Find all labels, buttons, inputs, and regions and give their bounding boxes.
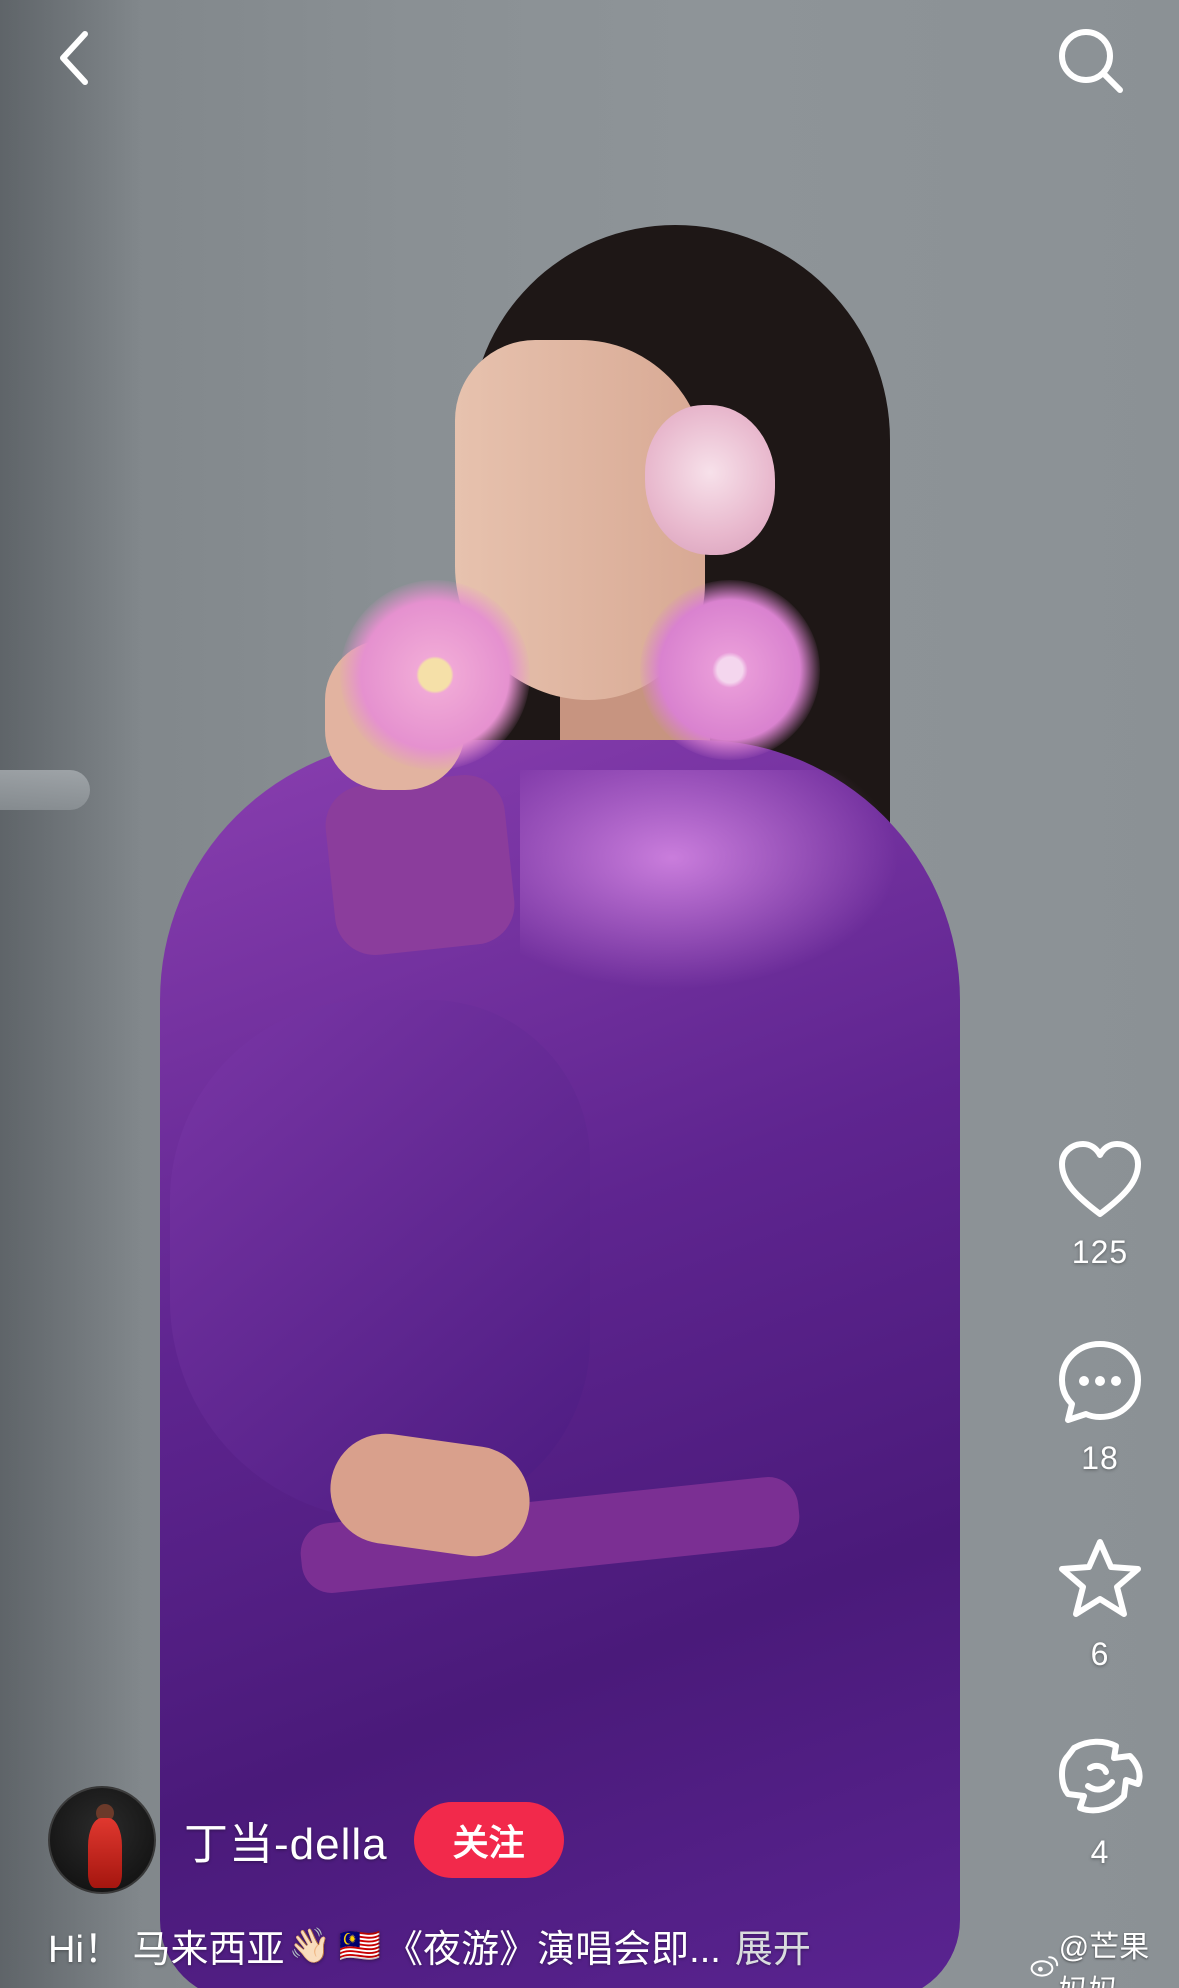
heart-icon <box>1059 1141 1141 1217</box>
share-button[interactable]: 4 <box>1040 1734 1160 1871</box>
avatar-figure <box>88 1818 122 1888</box>
expand-link[interactable]: 展开 <box>735 1918 811 1973</box>
cuff <box>321 771 519 959</box>
star-icon <box>1059 1539 1141 1617</box>
share-icon <box>1059 1738 1143 1814</box>
wave-emoji: 👋🏻 <box>288 1926 331 1965</box>
weibo-logo-icon <box>1030 1956 1059 1977</box>
video-screen[interactable]: 125 18 6 4 丁当-della 关注 Hi！ 马来西亚 👋🏻 🇲🇾 《夜… <box>0 0 1179 1988</box>
avatar[interactable] <box>48 1786 156 1894</box>
like-count: 125 <box>1071 1234 1129 1270</box>
wall-ledge <box>0 770 90 810</box>
comment-button[interactable]: 18 <box>1040 1338 1160 1477</box>
comment-count: 18 <box>1081 1440 1119 1476</box>
back-button[interactable] <box>40 20 110 95</box>
follow-button[interactable]: 关注 <box>413 1802 564 1878</box>
top-bar <box>0 0 1179 130</box>
search-icon <box>1059 29 1123 93</box>
background-shadow <box>0 0 140 1988</box>
author-row: 丁当-della 关注 <box>48 1785 564 1895</box>
chevron-left-icon <box>60 30 88 85</box>
share-count: 4 <box>1090 1834 1110 1870</box>
flower-earring <box>640 580 820 760</box>
caption-text-start: Hi！ 马来西亚 <box>48 1929 285 1971</box>
author-name[interactable]: 丁当-della <box>184 1808 388 1872</box>
flag-emoji: 🇲🇾 <box>338 1926 382 1965</box>
comment-icon <box>1059 1341 1141 1423</box>
video-caption[interactable]: Hi！ 马来西亚 👋🏻 🇲🇾 《夜游》演唱会即... 展开 <box>48 1918 811 1973</box>
favorite-button[interactable]: 6 <box>1040 1536 1160 1673</box>
robe-highlight <box>520 770 900 990</box>
caption-text-end: 《夜游》演唱会即... <box>385 1929 721 1971</box>
like-button[interactable]: 125 <box>1040 1140 1160 1271</box>
rose-hair-accessory <box>645 405 775 555</box>
search-button[interactable] <box>1050 20 1130 100</box>
watermark: @芒果妈妈 <box>1030 1922 1179 1988</box>
watermark-text: @芒果妈妈 <box>1058 1931 1150 1988</box>
video-frame[interactable] <box>0 0 1179 1988</box>
favorite-count: 6 <box>1090 1636 1110 1672</box>
held-flower <box>340 580 530 770</box>
